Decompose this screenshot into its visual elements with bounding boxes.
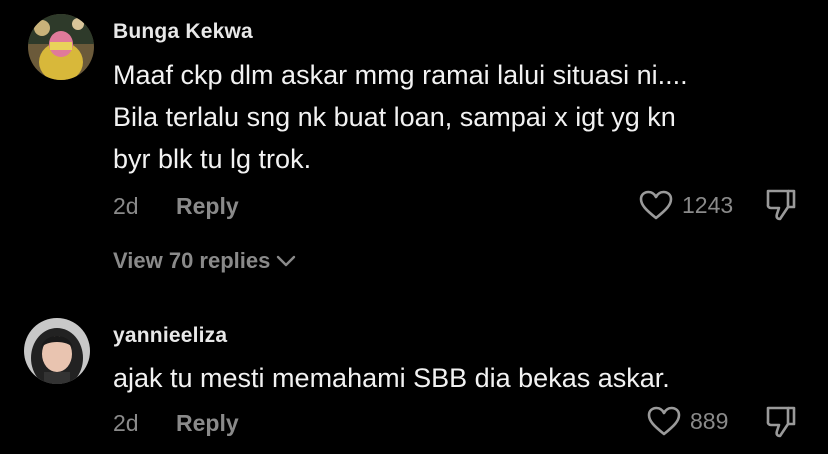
comment-username[interactable]: Bunga Kekwa — [113, 20, 253, 44]
thumbs-down-icon — [766, 189, 796, 221]
dislike-button[interactable] — [764, 404, 798, 445]
heart-outline-icon — [647, 406, 681, 436]
dislike-button[interactable] — [764, 187, 798, 228]
comment-text: Maaf ckp dlm askar mmg ramai lalui situa… — [113, 54, 688, 180]
comment-text-line: byr blk tu lg trok. — [113, 144, 312, 174]
chevron-down-icon — [277, 255, 296, 267]
like-button[interactable]: 1243 — [638, 189, 733, 221]
comment-text-line: ajak tu mesti memahami SBB dia bekas ask… — [113, 363, 670, 393]
comment-text: ajak tu mesti memahami SBB dia bekas ask… — [113, 357, 670, 399]
avatar[interactable] — [28, 14, 94, 80]
avatar-image — [28, 14, 94, 80]
thumbs-down-icon — [766, 406, 796, 438]
view-replies-button[interactable]: View 70 replies — [113, 248, 296, 274]
like-count: 889 — [690, 407, 729, 434]
heart-outline-icon — [639, 190, 673, 220]
avatar-image — [24, 318, 90, 384]
like-count: 1243 — [682, 191, 734, 218]
reply-button[interactable]: Reply — [176, 410, 239, 437]
like-button[interactable]: 889 — [646, 405, 728, 437]
view-replies-label: View 70 replies — [113, 248, 271, 273]
comment-timestamp: 2d — [113, 410, 139, 436]
comment-username[interactable]: yannieeliza — [113, 324, 227, 348]
reply-button[interactable]: Reply — [176, 193, 239, 220]
comment-text-line: Bila terlalu sng nk buat loan, sampai x … — [113, 102, 676, 132]
avatar[interactable] — [24, 318, 90, 384]
comment-text-line: Maaf ckp dlm askar mmg ramai lalui situa… — [113, 60, 688, 90]
comment-timestamp: 2d — [113, 193, 139, 219]
